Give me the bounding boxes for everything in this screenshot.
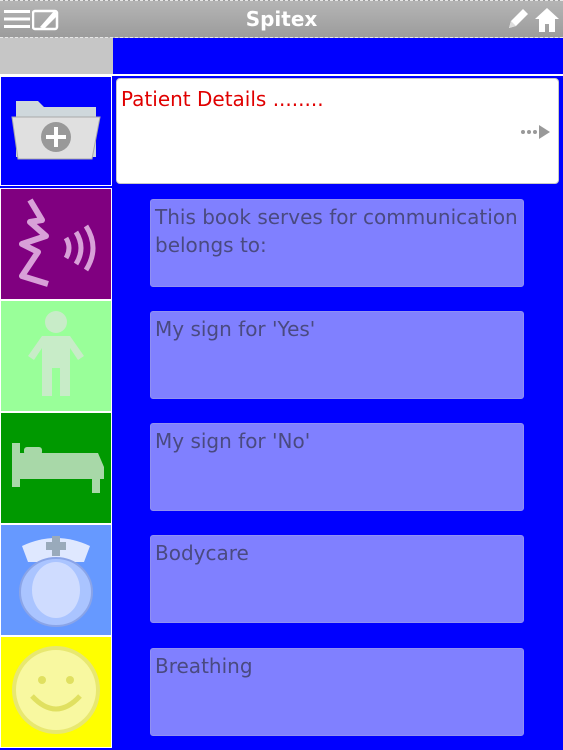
app-title: Spitex bbox=[245, 7, 318, 31]
breathing-card[interactable]: Breathing bbox=[150, 648, 524, 736]
top-bar: Spitex bbox=[0, 0, 563, 38]
folder-plus-icon bbox=[8, 93, 104, 169]
patient-details-card[interactable]: Patient Details ........ bbox=[116, 78, 559, 184]
pencil-icon[interactable] bbox=[506, 7, 530, 35]
more-arrow-icon[interactable] bbox=[520, 123, 552, 143]
bodycare-card[interactable]: Bodycare bbox=[150, 535, 524, 623]
no-sign-card[interactable]: My sign for 'No' bbox=[150, 423, 524, 511]
yes-sign-card[interactable]: My sign for 'Yes' bbox=[150, 311, 524, 399]
no-sign-tile[interactable] bbox=[0, 412, 112, 524]
patient-details-label: Patient Details ........ bbox=[121, 87, 324, 111]
home-icon[interactable] bbox=[534, 7, 560, 37]
yes-sign-tile[interactable] bbox=[0, 300, 112, 412]
patient-folder-tile[interactable] bbox=[0, 76, 112, 186]
breathing-tile[interactable] bbox=[0, 636, 112, 748]
ownership-card[interactable]: This book serves for communication belon… bbox=[150, 199, 524, 287]
person-icon bbox=[16, 306, 96, 406]
communication-tile[interactable] bbox=[0, 188, 112, 300]
bodycare-tile[interactable] bbox=[0, 524, 112, 636]
smiley-icon bbox=[8, 642, 104, 742]
speaking-head-icon bbox=[8, 194, 104, 294]
bed-icon bbox=[6, 431, 106, 505]
nurse-icon bbox=[10, 528, 102, 632]
header-spacer bbox=[0, 38, 113, 74]
